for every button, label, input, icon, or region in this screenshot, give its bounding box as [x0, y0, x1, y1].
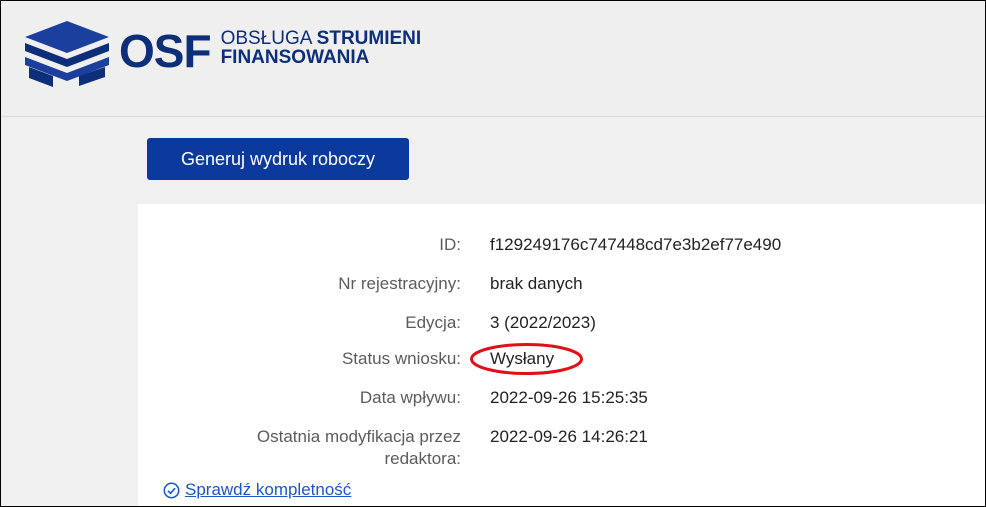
detail-label: ID: [439, 235, 461, 254]
app-logo[interactable]: OSF OBSŁUGA STRUMIENI FINANSOWANIA [19, 19, 421, 89]
check-completeness-label: Sprawdź kompletność [185, 480, 352, 499]
detail-value: brak danych [490, 274, 583, 293]
detail-value: f129249176c747448cd7e3b2ef77e490 [490, 235, 782, 254]
osf-logo-icon [25, 21, 109, 87]
logo-word-strumieni: STRUMIENI [316, 28, 422, 49]
detail-label: Status wniosku: [341, 349, 461, 368]
detail-value: 3 (2022/2023) [490, 313, 596, 332]
logo-abbreviation: OSF [119, 25, 212, 77]
detail-label: Ostatnia modyfikacja przez redaktora: [256, 427, 461, 468]
detail-label: Data wpływu: [359, 388, 461, 407]
status-highlight-annotation [470, 343, 583, 375]
detail-value: 2022-09-26 15:25:35 [490, 388, 648, 407]
detail-label: Edycja: [405, 313, 461, 332]
app-window: OSF OBSŁUGA STRUMIENI FINANSOWANIA Gener… [0, 0, 986, 507]
logo-word-obsluga: OBSŁUGA [220, 28, 312, 49]
generate-draft-button[interactable]: Generuj wydruk roboczy [147, 138, 409, 180]
logo-word-finansowania: FINANSOWANIA [220, 47, 370, 68]
detail-label: Nr rejestracyjny: [338, 274, 461, 293]
detail-value: 2022-09-26 14:26:21 [490, 427, 648, 446]
check-circle-icon [163, 482, 180, 498]
logo-full-name: OBSŁUGA STRUMIENI FINANSOWANIA [221, 29, 422, 67]
page-header: OSF OBSŁUGA STRUMIENI FINANSOWANIA [1, 1, 985, 117]
check-completeness-link[interactable]: Sprawdź kompletność [163, 480, 351, 500]
